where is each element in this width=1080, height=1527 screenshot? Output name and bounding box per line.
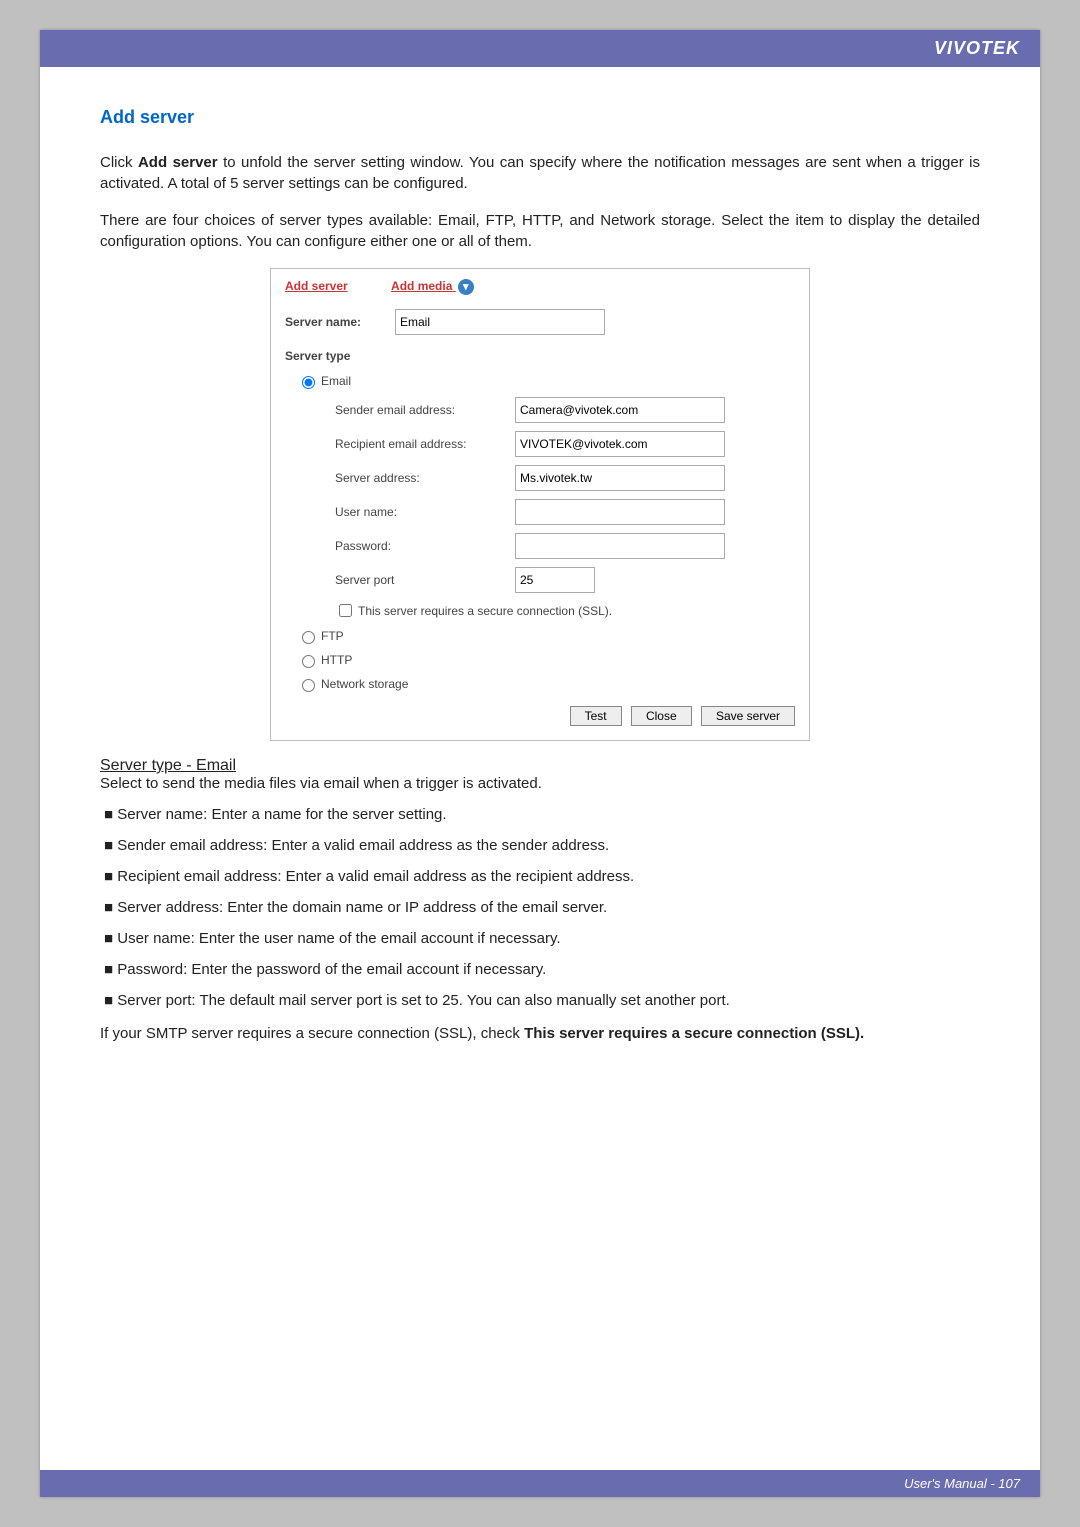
intro-paragraph-2: There are four choices of server types a… (100, 210, 980, 252)
brand-label: VIVOTEK (934, 38, 1020, 58)
ssl-note-bold: This server requires a secure connection… (524, 1025, 864, 1042)
ssl-checkbox[interactable] (339, 604, 352, 617)
bullet-password: Password: Enter the password of the emai… (100, 961, 980, 978)
password-label: Password: (335, 539, 515, 553)
close-button[interactable]: Close (631, 706, 692, 726)
server-address-input[interactable] (515, 465, 725, 491)
radio-http[interactable] (302, 655, 315, 668)
username-input[interactable] (515, 499, 725, 525)
radio-email[interactable] (302, 376, 315, 389)
radio-network-storage-label: Network storage (321, 677, 408, 691)
tab-add-media-label: Add media (391, 279, 452, 293)
bullet-username: User name: Enter the user name of the em… (100, 930, 980, 947)
server-type-email-heading: Server type - Email (100, 757, 980, 775)
intro-paragraph-1: Click Add server to unfold the server se… (100, 152, 980, 194)
tab-add-server[interactable]: Add server (285, 279, 348, 293)
server-name-label: Server name: (285, 315, 395, 329)
password-input[interactable] (515, 533, 725, 559)
bullet-sender: Sender email address: Enter a valid emai… (100, 837, 980, 854)
radio-email-label: Email (321, 374, 351, 388)
email-fields-group: Sender email address: Recipient email ad… (335, 397, 795, 593)
panel-tabs: Add server Add media ▾ (285, 279, 795, 295)
server-type-heading: Server type (285, 349, 795, 363)
radio-ftp-label: FTP (321, 629, 344, 643)
footer-text: User's Manual - 107 (904, 1476, 1020, 1491)
sender-input[interactable] (515, 397, 725, 423)
p1-bold: Add server (138, 154, 218, 171)
p1-pre: Click (100, 154, 138, 171)
footer-bar: User's Manual - 107 (40, 1470, 1040, 1497)
recipient-input[interactable] (515, 431, 725, 457)
username-label: User name: (335, 505, 515, 519)
section-title: Add server (100, 107, 980, 128)
header-bar: VIVOTEK (40, 30, 1040, 67)
radio-ftp[interactable] (302, 631, 315, 644)
server-port-label: Server port (335, 573, 515, 587)
ssl-note-pre: If your SMTP server requires a secure co… (100, 1025, 524, 1042)
ssl-checkbox-label: This server requires a secure connection… (358, 604, 612, 618)
add-media-badge-icon: ▾ (458, 279, 474, 295)
save-server-button[interactable]: Save server (701, 706, 795, 726)
server-type-email-sub: Select to send the media files via email… (100, 775, 980, 792)
server-config-panel: Add server Add media ▾ Server name: Serv… (270, 268, 810, 741)
bullet-server-port: Server port: The default mail server por… (100, 992, 980, 1009)
tab-add-media[interactable]: Add media ▾ (391, 279, 474, 295)
radio-network-storage[interactable] (302, 679, 315, 692)
sender-label: Sender email address: (335, 403, 515, 417)
bullet-server-address: Server address: Enter the domain name or… (100, 899, 980, 916)
ssl-note: If your SMTP server requires a secure co… (100, 1023, 980, 1044)
bullet-server-name: Server name: Enter a name for the server… (100, 806, 980, 823)
radio-http-label: HTTP (321, 653, 352, 667)
server-port-input[interactable] (515, 567, 595, 593)
bullet-recipient: Recipient email address: Enter a valid e… (100, 868, 980, 885)
test-button[interactable]: Test (570, 706, 622, 726)
server-address-label: Server address: (335, 471, 515, 485)
server-name-input[interactable] (395, 309, 605, 335)
p1-post: to unfold the server setting window. You… (100, 154, 980, 192)
recipient-label: Recipient email address: (335, 437, 515, 451)
